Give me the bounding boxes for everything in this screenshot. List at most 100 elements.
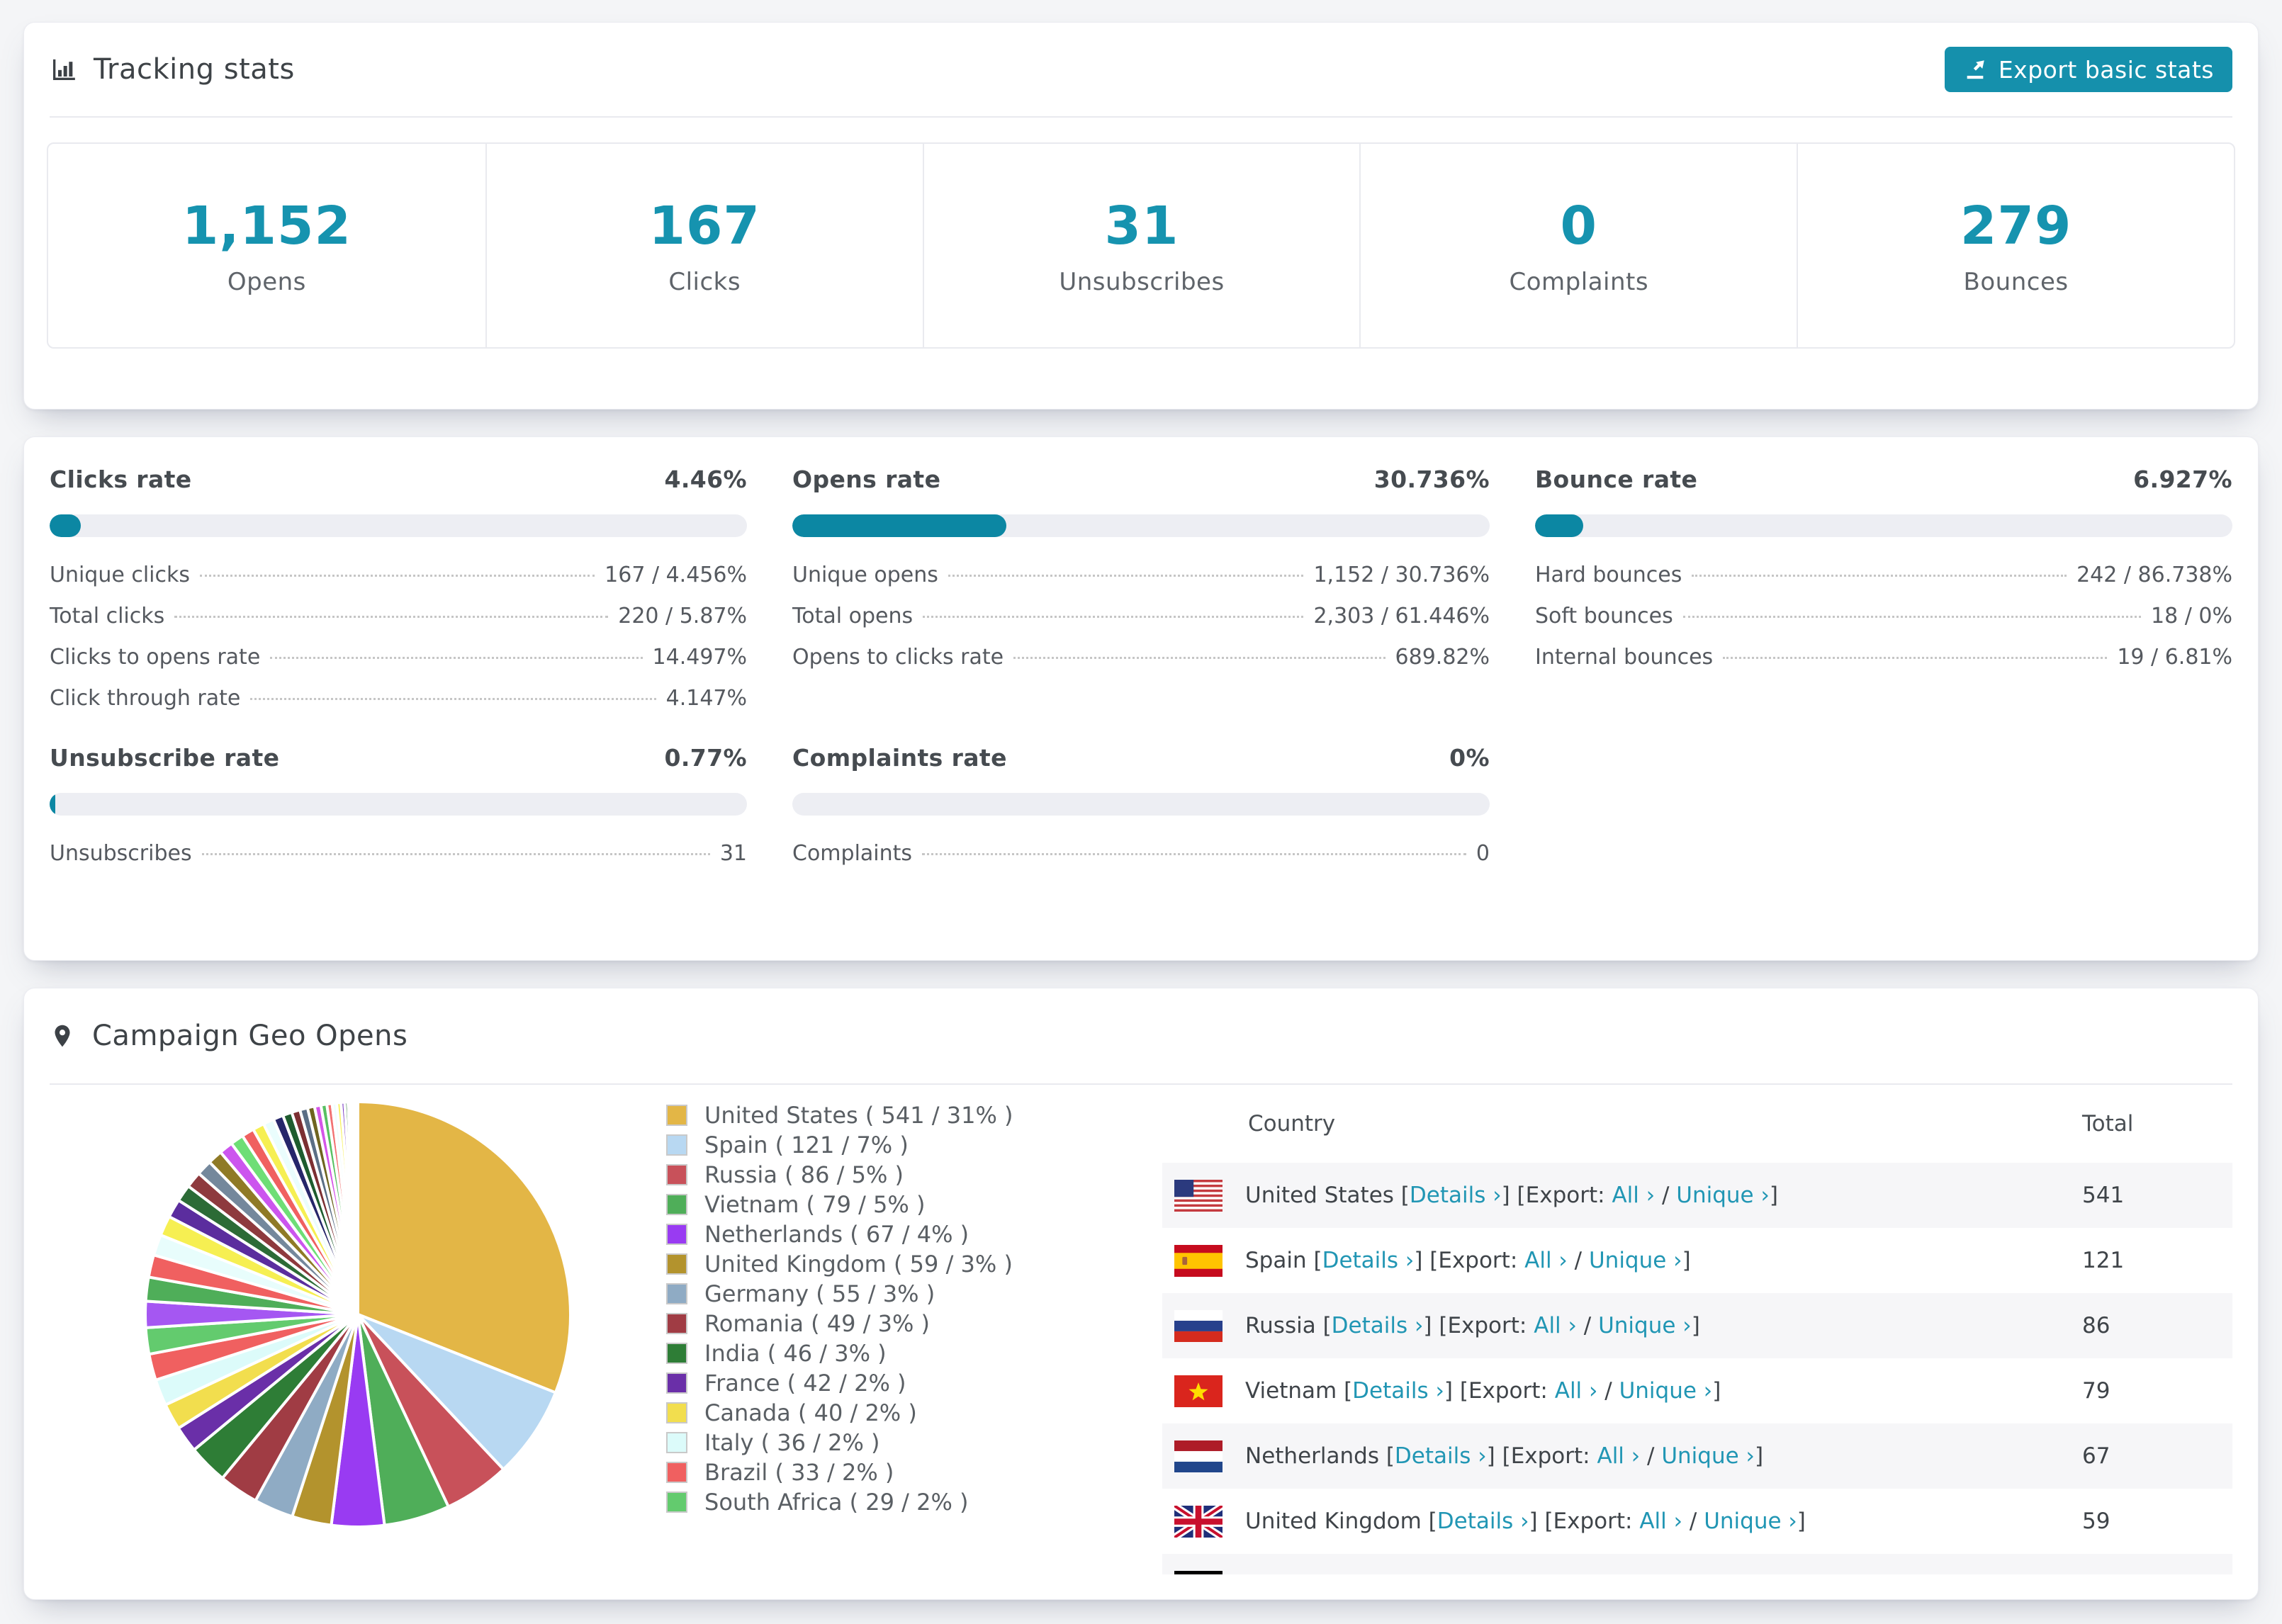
export-unique-link[interactable]: Unique › (1619, 1378, 1713, 1404)
export-all-link[interactable]: All › (1597, 1443, 1640, 1469)
export-all-link[interactable]: All › (1524, 1248, 1568, 1273)
geo-header: Campaign Geo Opens (50, 988, 2232, 1085)
stat-row: Total clicks 220 / 5.87% (50, 604, 747, 645)
summary-value: 0 (1560, 195, 1598, 256)
summary-label: Unsubscribes (1059, 267, 1225, 296)
country-name: Vietnam (1245, 1378, 1337, 1404)
stat-value: 0 (1476, 841, 1490, 866)
summary-stat-box: 0 Complaints (1359, 144, 1797, 347)
dotted-leader (1692, 575, 2067, 577)
legend-swatch (666, 1313, 687, 1334)
dotted-leader (1013, 657, 1386, 659)
export-unique-link[interactable]: Unique › (1598, 1313, 1692, 1338)
export-all-link[interactable]: All › (1555, 1378, 1598, 1404)
dotted-leader (270, 657, 643, 659)
stat-row: Total opens 2,303 / 61.446% (792, 604, 1490, 645)
summary-label: Clicks (668, 267, 741, 296)
details-link[interactable]: Details › (1332, 1313, 1424, 1338)
export-all-link[interactable]: All › (1639, 1509, 1682, 1534)
details-link[interactable]: Details › (1437, 1509, 1529, 1534)
stat-value: 19 / 6.81% (2117, 645, 2232, 670)
export-unique-link[interactable]: Unique › (1676, 1183, 1770, 1208)
legend-swatch (666, 1432, 687, 1453)
geo-title: Campaign Geo Opens (92, 1020, 408, 1052)
rate-detail-rows: Hard bounces 242 / 86.738% Soft bounces 18 … (1535, 563, 2232, 686)
flag-nl-icon (1174, 1440, 1222, 1472)
geo-table-row: Russia [Details ›] [Export: All › / Uniq… (1162, 1293, 2232, 1358)
legend-swatch (666, 1343, 687, 1364)
legend-label: Germany ( 55 / 3% ) (704, 1280, 935, 1307)
details-link[interactable]: Details › (1395, 1443, 1487, 1469)
stat-row: Unsubscribes 31 (50, 841, 747, 882)
country-column-header: Country (1248, 1111, 1336, 1137)
total-cell: 121 (2082, 1248, 2125, 1273)
flag-vn-icon (1174, 1375, 1222, 1407)
legend-item: Canada ( 40 / 2% ) (666, 1398, 1162, 1428)
export-icon (1963, 57, 1987, 81)
pie-slice-other (355, 1100, 359, 1315)
summary-stat-box: 167 Clicks (485, 144, 923, 347)
country-row-line: Spain [Details ›] [Export: All › / Uniqu… (1162, 1244, 2082, 1277)
country-name: United States (1245, 1183, 1394, 1208)
rate-percentage: 4.46% (664, 466, 747, 493)
legend-item: Germany ( 55 / 3% ) (666, 1279, 1162, 1309)
stat-label: Unique opens (792, 563, 938, 587)
tracking-stats-card: Tracking stats Export basic stats 1,152 O… (23, 22, 2259, 410)
total-column-header: Total (2082, 1111, 2134, 1137)
country-row-line: United States [Details ›] [Export: All ›… (1162, 1179, 2082, 1212)
stat-value: 14.497% (652, 645, 747, 670)
rate-block: Complaints rate 0% Complaints 0 (792, 744, 1490, 882)
tracking-stats-header: Tracking stats Export basic stats (50, 23, 2232, 118)
legend-item: Spain ( 121 / 7% ) (666, 1130, 1162, 1160)
geo-table-header-row: Country Total (1162, 1085, 2232, 1163)
country-row-line: Netherlands [Details ›] [Export: All › /… (1162, 1440, 2082, 1472)
export-unique-link[interactable]: Unique › (1704, 1509, 1797, 1534)
summary-label: Opens (227, 267, 306, 296)
legend-label: Canada ( 40 / 2% ) (704, 1399, 917, 1426)
stat-row: Soft bounces 18 / 0% (1535, 604, 2232, 645)
export-all-link[interactable]: All › (1534, 1313, 1577, 1338)
total-cell: 67 (2082, 1443, 2110, 1469)
flag-es-icon (1174, 1244, 1222, 1277)
stat-label: Hard bounces (1535, 563, 1682, 587)
geo-body: United States ( 541 / 31% ) Spain ( 121 /… (24, 1085, 2258, 1581)
details-link[interactable]: Details › (1322, 1248, 1415, 1273)
country-cell: Netherlands [Details ›] [Export: All › /… (1162, 1423, 2082, 1489)
pie-svg (144, 1100, 572, 1528)
geo-table-row: Vietnam [Details ›] [Export: All › / Uni… (1162, 1358, 2232, 1423)
legend-item: Romania ( 49 / 3% ) (666, 1309, 1162, 1338)
stat-value: 167 / 4.456% (605, 563, 747, 587)
export-basic-stats-button[interactable]: Export basic stats (1944, 47, 2232, 92)
flag-gb-icon (1174, 1505, 1222, 1538)
progress-bar-track (50, 514, 747, 537)
legend-label: United Kingdom ( 59 / 3% ) (704, 1251, 1013, 1278)
country-name: United Kingdom (1245, 1509, 1422, 1534)
dotted-leader (922, 853, 1466, 855)
country-cell: Russia [Details ›] [Export: All › / Uniq… (1162, 1293, 2082, 1358)
country-row-line: Russia [Details ›] [Export: All › / Uniq… (1162, 1309, 2082, 1342)
campaign-geo-opens-card: Campaign Geo Opens United States ( 541 /… (23, 988, 2259, 1600)
rate-header: Opens rate 30.736% (792, 466, 1490, 493)
details-link[interactable]: Details › (1352, 1378, 1444, 1404)
export-all-link[interactable]: All › (1612, 1183, 1655, 1208)
stat-row: Opens to clicks rate 689.82% (792, 645, 1490, 686)
flag-ru-icon (1174, 1309, 1222, 1342)
details-link[interactable]: Details › (1410, 1183, 1502, 1208)
rate-block: Opens rate 30.736% Unique opens 1,152 / 30.… (792, 466, 1490, 727)
export-unique-link[interactable]: Unique › (1589, 1248, 1682, 1273)
total-cell: 86 (2082, 1313, 2110, 1338)
export-unique-link[interactable]: Unique › (1661, 1443, 1755, 1469)
rate-block: Bounce rate 6.927% Hard bounces 242 / 86.73… (1535, 466, 2232, 727)
rate-detail-rows: Unique opens 1,152 / 30.736% Total opens 2,… (792, 563, 1490, 686)
stat-label: Soft bounces (1535, 604, 1673, 628)
bar-chart-icon (50, 55, 78, 84)
stat-label: Unsubscribes (50, 841, 192, 866)
geo-table-row: Spain [Details ›] [Export: All › / Uniqu… (1162, 1228, 2232, 1293)
rates-grid: Clicks rate 4.46% Unique clicks 167 / 4.456… (50, 466, 2232, 882)
country-cell: Germany [Details ›] [Export: All › / Uni… (1162, 1554, 2082, 1574)
stat-row: Unique clicks 167 / 4.456% (50, 563, 747, 604)
stat-value: 4.147% (665, 686, 747, 711)
dotted-leader (200, 575, 595, 577)
total-cell: 59 (2082, 1509, 2110, 1534)
dotted-leader (948, 575, 1304, 577)
